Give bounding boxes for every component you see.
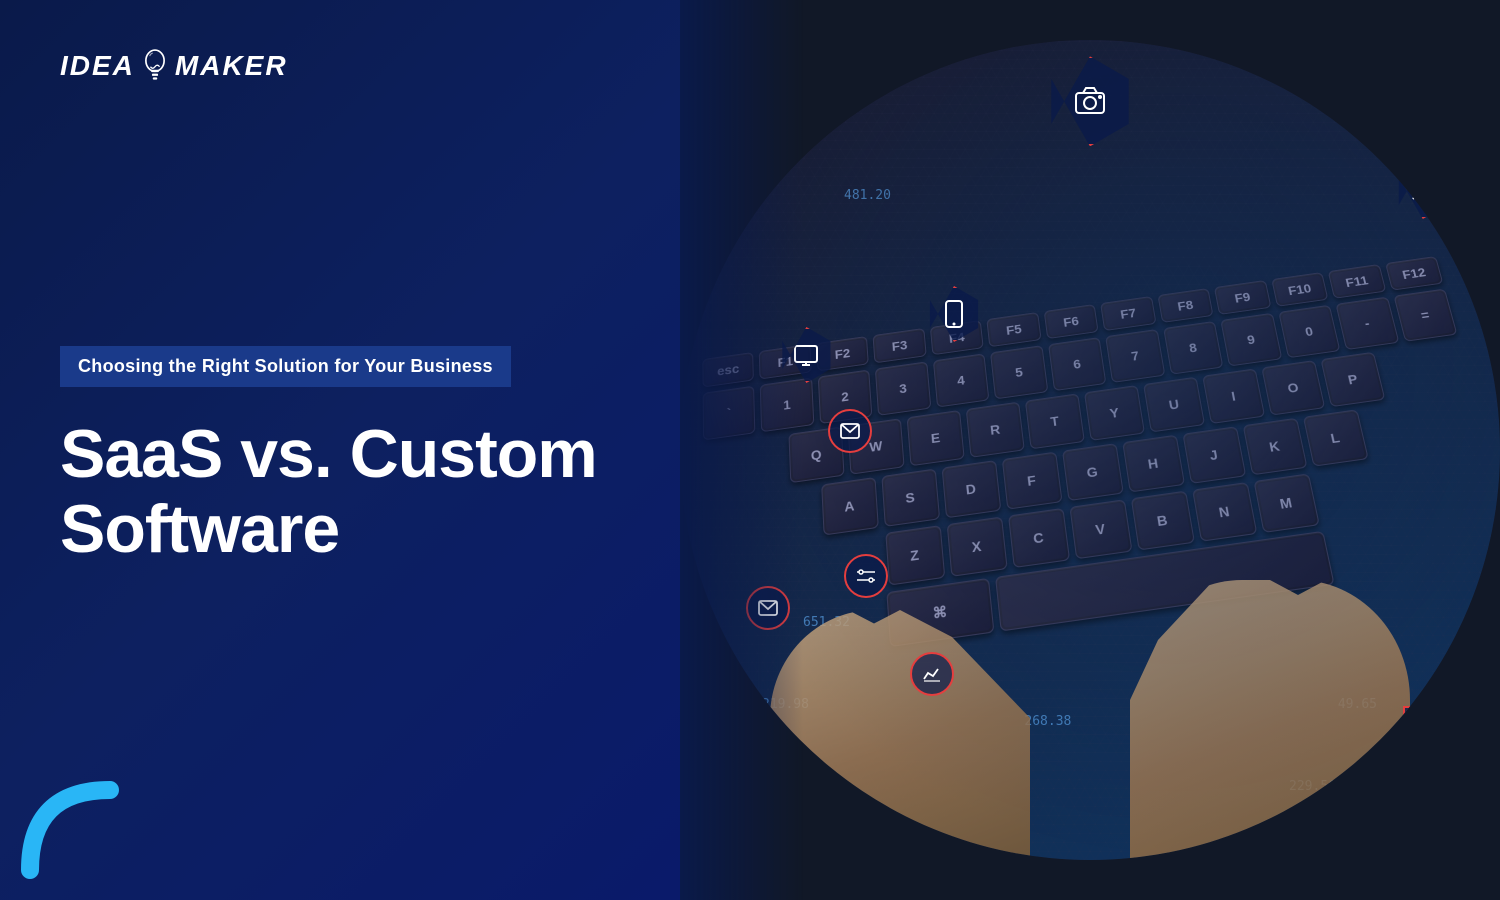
- arc-decoration: [20, 780, 120, 880]
- content-area: Choosing the Right Solution for Your Bus…: [60, 82, 620, 850]
- left-gradient-overlay: [680, 0, 1500, 900]
- subtitle-badge: Choosing the Right Solution for Your Bus…: [60, 346, 511, 387]
- main-title-line1: SaaS vs. Custom: [60, 416, 597, 492]
- logo-idea: IDEA: [60, 50, 135, 82]
- subtitle-text: Choosing the Right Solution for Your Bus…: [78, 356, 493, 376]
- main-title: SaaS vs. Custom Software: [60, 417, 620, 567]
- logo-maker: MAKER: [175, 50, 288, 82]
- logo-bulb-icon: [139, 50, 171, 82]
- logo-area: IDEA MAKER: [60, 50, 620, 82]
- page-container: IDEA MAKER: [0, 0, 1500, 900]
- left-panel: IDEA MAKER: [0, 0, 680, 900]
- right-panel: esc F1 F2 F3 F4 F5 F6 F7 F8 F9 F10 F11 F…: [680, 0, 1500, 900]
- logo: IDEA MAKER: [60, 50, 288, 82]
- main-title-line2: Software: [60, 491, 339, 567]
